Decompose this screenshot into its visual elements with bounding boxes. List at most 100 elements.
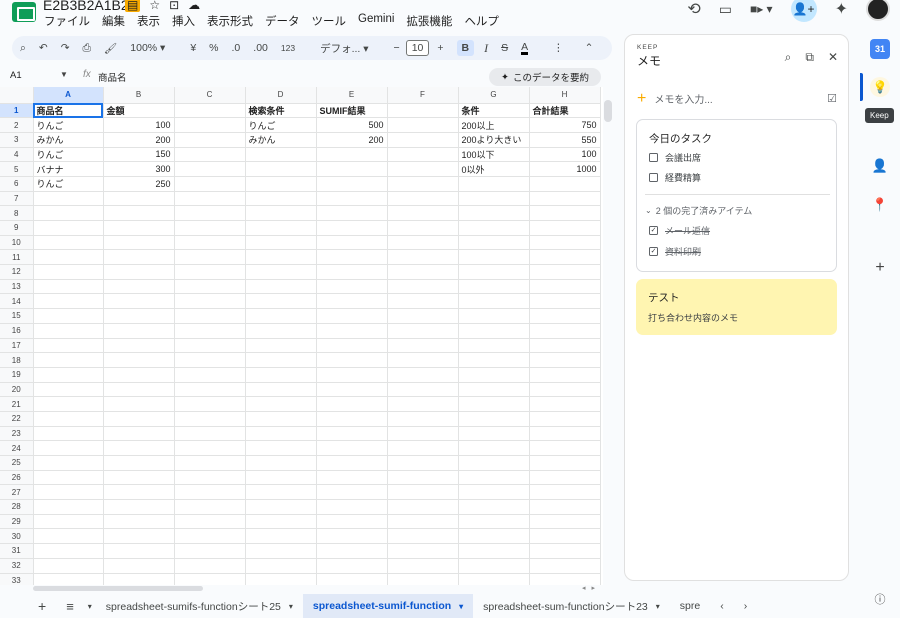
- cell[interactable]: [458, 426, 530, 442]
- cell[interactable]: [387, 352, 459, 368]
- cell[interactable]: 200以上: [458, 117, 530, 133]
- cell[interactable]: [458, 396, 530, 412]
- cell[interactable]: [33, 264, 104, 280]
- cell[interactable]: [387, 499, 459, 515]
- cell[interactable]: [174, 440, 246, 456]
- cell[interactable]: [103, 470, 175, 486]
- cell[interactable]: [387, 264, 459, 280]
- row-header[interactable]: 31: [0, 543, 34, 559]
- cell[interactable]: [245, 484, 317, 501]
- cell[interactable]: [387, 147, 459, 163]
- redo-icon[interactable]: ↷: [61, 42, 70, 54]
- cell[interactable]: [316, 573, 388, 585]
- cell[interactable]: [174, 147, 246, 163]
- row-header[interactable]: 6: [0, 176, 34, 192]
- cell[interactable]: [458, 220, 530, 236]
- scroll-left-icon[interactable]: ◂: [582, 584, 586, 592]
- cell[interactable]: [529, 220, 601, 236]
- cell[interactable]: [103, 382, 175, 398]
- cell[interactable]: [174, 499, 246, 515]
- cell[interactable]: [174, 205, 246, 221]
- cell[interactable]: [245, 293, 317, 310]
- close-icon[interactable]: ✕: [828, 50, 838, 65]
- cell[interactable]: [316, 176, 388, 192]
- cell[interactable]: [33, 514, 104, 530]
- cell[interactable]: 0以外: [458, 161, 530, 177]
- cell[interactable]: [529, 558, 601, 574]
- cell[interactable]: [174, 543, 246, 559]
- cell[interactable]: [103, 573, 175, 585]
- cell[interactable]: [529, 484, 601, 501]
- text-color-button[interactable]: A: [521, 41, 529, 55]
- cell[interactable]: [529, 352, 601, 368]
- cloud-status-icon[interactable]: ☁: [188, 0, 200, 12]
- row-header[interactable]: 24: [0, 440, 34, 456]
- cell[interactable]: [174, 455, 246, 471]
- cell[interactable]: [316, 440, 388, 456]
- cell[interactable]: [245, 352, 317, 368]
- cell[interactable]: [103, 279, 175, 295]
- cell[interactable]: [245, 455, 317, 471]
- cell[interactable]: [316, 499, 388, 515]
- cell[interactable]: [245, 426, 317, 442]
- checklist-item[interactable]: 会議出席: [649, 151, 701, 164]
- cell[interactable]: [387, 382, 459, 398]
- cell[interactable]: 300: [103, 161, 175, 177]
- share-icon[interactable]: 👤+: [790, 0, 817, 22]
- cell[interactable]: [245, 382, 317, 398]
- keep-icon[interactable]: 💡: [870, 77, 890, 97]
- checkbox[interactable]: [649, 173, 658, 182]
- cell[interactable]: [33, 440, 104, 456]
- cell[interactable]: [387, 367, 459, 383]
- search-icon[interactable]: ⌕: [785, 50, 792, 65]
- cell[interactable]: [33, 338, 104, 354]
- cell[interactable]: [174, 323, 246, 339]
- more-formats-button[interactable]: 123: [281, 43, 295, 53]
- cell[interactable]: [103, 543, 175, 559]
- cell[interactable]: 金額: [103, 103, 175, 119]
- row-header[interactable]: 18: [0, 352, 34, 368]
- cell[interactable]: [316, 352, 388, 368]
- cell[interactable]: 条件: [458, 103, 530, 119]
- gemini-icon[interactable]: ✦: [835, 0, 848, 19]
- cell[interactable]: [529, 191, 601, 207]
- cell[interactable]: [33, 205, 104, 221]
- menu-help[interactable]: ヘルプ: [463, 13, 500, 29]
- scroll-right-icon[interactable]: ▸: [592, 584, 596, 592]
- cell[interactable]: [245, 411, 317, 427]
- cell[interactable]: [529, 176, 601, 192]
- open-in-new-icon[interactable]: ⧉: [805, 50, 814, 65]
- cell[interactable]: [174, 514, 246, 530]
- cell[interactable]: [458, 514, 530, 530]
- column-header-f[interactable]: F: [387, 87, 459, 104]
- row-header[interactable]: 20: [0, 382, 34, 398]
- cell[interactable]: りんご: [33, 176, 104, 192]
- cell[interactable]: バナナ: [33, 161, 104, 177]
- cell[interactable]: [174, 249, 246, 266]
- menu-extensions[interactable]: 拡張機能: [405, 13, 453, 29]
- cell[interactable]: [529, 440, 601, 456]
- column-header-c[interactable]: C: [174, 87, 246, 104]
- row-header[interactable]: 13: [0, 279, 34, 295]
- cell[interactable]: [174, 338, 246, 354]
- cell[interactable]: [458, 440, 530, 456]
- cell[interactable]: [529, 514, 601, 530]
- cell[interactable]: [387, 176, 459, 192]
- cell[interactable]: [458, 308, 530, 324]
- decrease-decimal-button[interactable]: .0: [232, 42, 241, 54]
- row-header[interactable]: 29: [0, 514, 34, 530]
- star-icon[interactable]: ☆: [149, 0, 160, 12]
- cell[interactable]: [529, 411, 601, 427]
- cell[interactable]: [529, 528, 601, 545]
- cell[interactable]: [387, 191, 459, 207]
- meet-icon[interactable]: ■▸ ▾: [750, 2, 773, 16]
- cell[interactable]: [103, 558, 175, 574]
- cell[interactable]: [458, 470, 530, 486]
- new-list-icon[interactable]: ☑: [827, 92, 837, 105]
- cell[interactable]: [103, 264, 175, 280]
- cell[interactable]: 150: [103, 147, 175, 163]
- cell[interactable]: [387, 470, 459, 486]
- cell[interactable]: [316, 279, 388, 295]
- row-header[interactable]: 10: [0, 235, 34, 251]
- move-folder-icon[interactable]: ⊡: [169, 0, 179, 12]
